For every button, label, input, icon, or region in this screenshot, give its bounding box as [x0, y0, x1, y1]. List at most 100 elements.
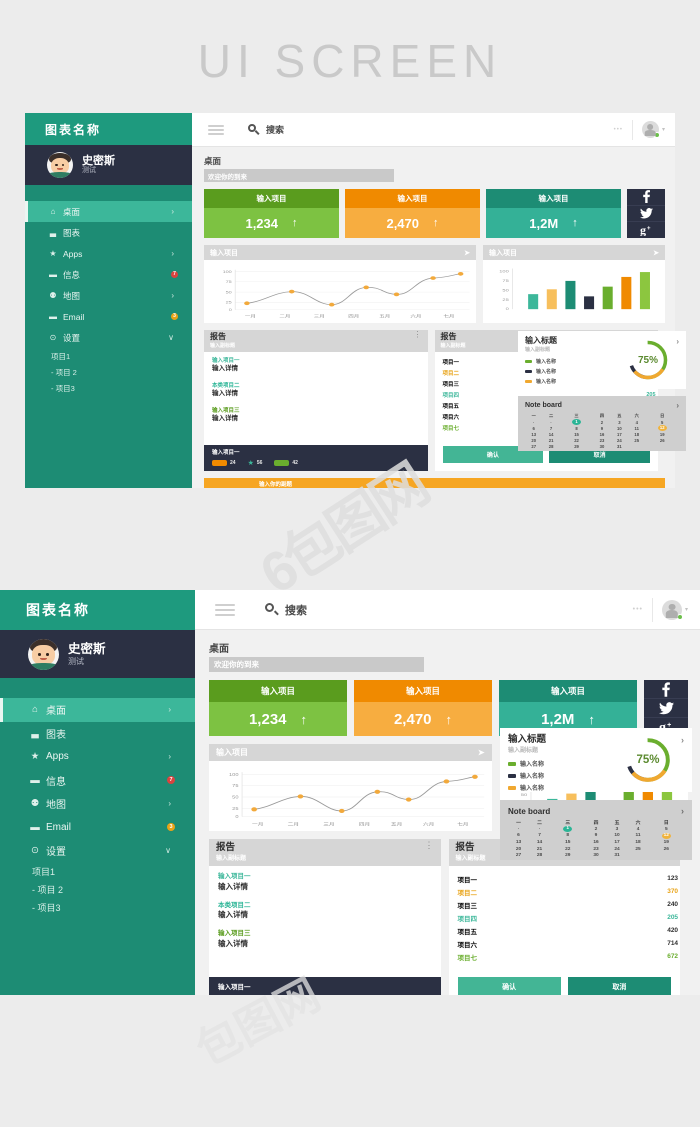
sidebar-subitem-1[interactable]: 项目1 — [0, 863, 195, 881]
sidebar-item-label: Email — [46, 822, 71, 833]
arrow-up-icon: ↑ — [572, 217, 578, 229]
sidebar-item-label: 设置 — [46, 843, 66, 858]
legend-label: 输入名称 — [536, 368, 556, 375]
googleplus-icon[interactable]: g+ — [627, 221, 665, 238]
calendar[interactable]: 一二 三四 五六 日 ··12345 6789101112 1314151617… — [508, 819, 684, 859]
chevron-right-icon[interactable]: › — [681, 806, 684, 816]
stat-card-label: 输入项目 — [354, 680, 492, 702]
chevron-right-icon[interactable]: ➤ — [478, 748, 485, 757]
sidebar-subitem-2[interactable]: - 项目 2 — [25, 364, 192, 380]
calendar[interactable]: 一二 三四 五六 日 ··12345 6789101112 1314151617… — [525, 413, 679, 449]
sidebar-subitem-1[interactable]: 项目1 — [25, 348, 192, 364]
sidebar-item-charts[interactable]: ▃ 图表 — [25, 222, 192, 243]
sidebar-subitem-3[interactable]: - 项目3 — [0, 899, 195, 917]
email-icon: ▬ — [47, 312, 59, 321]
facebook-icon[interactable] — [644, 680, 688, 698]
user-avatar[interactable] — [662, 600, 682, 620]
report-table: 项目一123 项目二370 项目三240 项目四205 项目五420 项目六71… — [449, 866, 681, 970]
stat-card[interactable]: 输入项目 1,234 ↑ — [204, 189, 339, 238]
item-key: 输入项目三 — [212, 408, 420, 415]
search-input[interactable]: 搜索 — [248, 123, 284, 136]
vertical-dots-icon[interactable]: ⋮ — [414, 333, 422, 337]
more-options-icon[interactable]: ••• — [614, 127, 623, 133]
item-key: 输入项目一 — [212, 358, 420, 365]
twitter-icon[interactable] — [627, 205, 665, 222]
search-input[interactable]: 搜索 — [265, 602, 307, 618]
more-options-icon[interactable]: ••• — [633, 606, 643, 613]
sidebar-subitem-2[interactable]: - 项目 2 — [0, 881, 195, 899]
report-title: 报告 — [441, 333, 466, 342]
item-key: 本类项目二 — [212, 383, 420, 390]
sidebar-item-messages[interactable]: ▬ 信息 7 — [0, 769, 195, 793]
table-row: 项目六714 — [458, 937, 672, 950]
stat-card[interactable]: 输入项目 2,470 ↑ — [354, 680, 492, 736]
panel-header: 输入项目 ➤ — [209, 744, 492, 761]
chevron-right-icon[interactable]: › — [676, 401, 679, 410]
stat-card[interactable]: 输入项目 1,234 ↑ — [209, 680, 347, 736]
right-column-large: 输入标题 输入副标题 输入名称 输入名称 输入名称 › 75% — [500, 728, 692, 860]
row-label: 项目三 — [458, 898, 595, 911]
svg-text:0: 0 — [229, 308, 233, 312]
table-row: 项目一123 — [458, 872, 672, 885]
bar-chart: 10075 50250 — [483, 260, 665, 323]
sidebar-user[interactable]: 史密斯 测试 — [0, 630, 195, 678]
sidebar-item-email[interactable]: ▬ Email 3 — [25, 306, 192, 327]
sidebar-item-messages[interactable]: ▬ 信息 7 — [25, 264, 192, 285]
right-column-small: 输入标题 输入副标题 输入名称 输入名称 输入名称 › 75% — [518, 331, 686, 451]
line-chart-panel: 输入项目 ➤ 10075 — [209, 744, 492, 831]
chevron-right-icon: › — [171, 207, 174, 216]
arrow-up-icon: ↑ — [292, 217, 298, 229]
sidebar-item-settings[interactable]: ⊙ 设置 ∨ — [25, 327, 192, 348]
topbar: 搜索 ••• ▾ — [195, 590, 700, 630]
sidebar: 图表名称 史密斯 测试 ⌂ 桌面 › ▃ 图表 ★ Apps › — [25, 113, 192, 488]
stat-card[interactable]: 输入项目 1,2M ↑ — [486, 189, 621, 238]
donut-percent: 75% — [638, 355, 658, 366]
chevron-down-icon: ∨ — [168, 333, 174, 342]
footer-bar[interactable]: 输入你的副题 — [204, 478, 665, 488]
donut-percent: 75% — [636, 754, 659, 766]
bar-chart-panel: 输入项目 ➤ 10075 50250 — [483, 245, 665, 323]
chevron-right-icon[interactable]: › — [681, 735, 684, 745]
chevron-down-icon[interactable]: ▾ — [685, 606, 688, 613]
sidebar-item-map[interactable]: ⚉ 地图 › — [25, 285, 192, 306]
twitter-icon[interactable] — [644, 698, 688, 717]
chevron-right-icon[interactable]: ➤ — [653, 249, 659, 257]
item-value: 输入详情 — [218, 882, 432, 891]
report-footer: 输入项目一 24 ★56 42 — [204, 445, 428, 471]
cancel-button[interactable]: 取消 — [568, 977, 671, 995]
search-icon — [265, 603, 278, 616]
hamburger-icon[interactable] — [215, 604, 235, 616]
svg-text:0: 0 — [235, 815, 238, 820]
vertical-dots-icon[interactable]: ⋮ — [425, 843, 434, 848]
charts-row: 输入项目 ➤ 10075 — [204, 245, 665, 323]
sidebar-subitem-3[interactable]: - 项目3 — [25, 380, 192, 396]
user-avatar[interactable] — [642, 121, 659, 138]
star-icon: ★ — [248, 459, 254, 467]
report-title: 报告 — [210, 333, 235, 342]
confirm-button[interactable]: 确认 — [458, 977, 561, 995]
sidebar-item-desktop[interactable]: ⌂ 桌面 › — [0, 698, 195, 722]
row-value: 370 — [595, 885, 671, 898]
svg-text:二月: 二月 — [288, 822, 299, 827]
row-label: 项目四 — [458, 911, 595, 924]
sidebar-item-map[interactable]: ⚉ 地图 › — [0, 792, 195, 816]
hamburger-icon[interactable] — [208, 125, 224, 135]
chevron-right-icon[interactable]: ➤ — [464, 249, 470, 257]
sidebar-item-email[interactable]: ▬ Email 3 — [0, 816, 195, 840]
report-header: 报告 输入副标题 ⋮ — [209, 839, 441, 866]
chevron-right-icon[interactable]: › — [676, 337, 679, 346]
sidebar-item-apps[interactable]: ★ Apps › — [0, 745, 195, 769]
svg-text:五月: 五月 — [379, 315, 390, 320]
sidebar-item-desktop[interactable]: ⌂ 桌面 › — [25, 201, 192, 222]
row-label: 项目七 — [458, 950, 595, 963]
legend-label: 输入名称 — [536, 378, 556, 385]
map-pin-icon: ⚉ — [47, 291, 59, 300]
sidebar-user-name: 史密斯 — [68, 642, 106, 656]
stat-card[interactable]: 输入项目 2,470 ↑ — [345, 189, 480, 238]
chevron-down-icon[interactable]: ▾ — [662, 126, 665, 133]
facebook-icon[interactable] — [627, 189, 665, 205]
sidebar-item-apps[interactable]: ★ Apps › — [25, 243, 192, 264]
sidebar-user[interactable]: 史密斯 测试 — [25, 145, 192, 185]
sidebar-item-charts[interactable]: ▃ 图表 — [0, 722, 195, 746]
sidebar-item-settings[interactable]: ⊙ 设置 ∨ — [0, 839, 195, 863]
